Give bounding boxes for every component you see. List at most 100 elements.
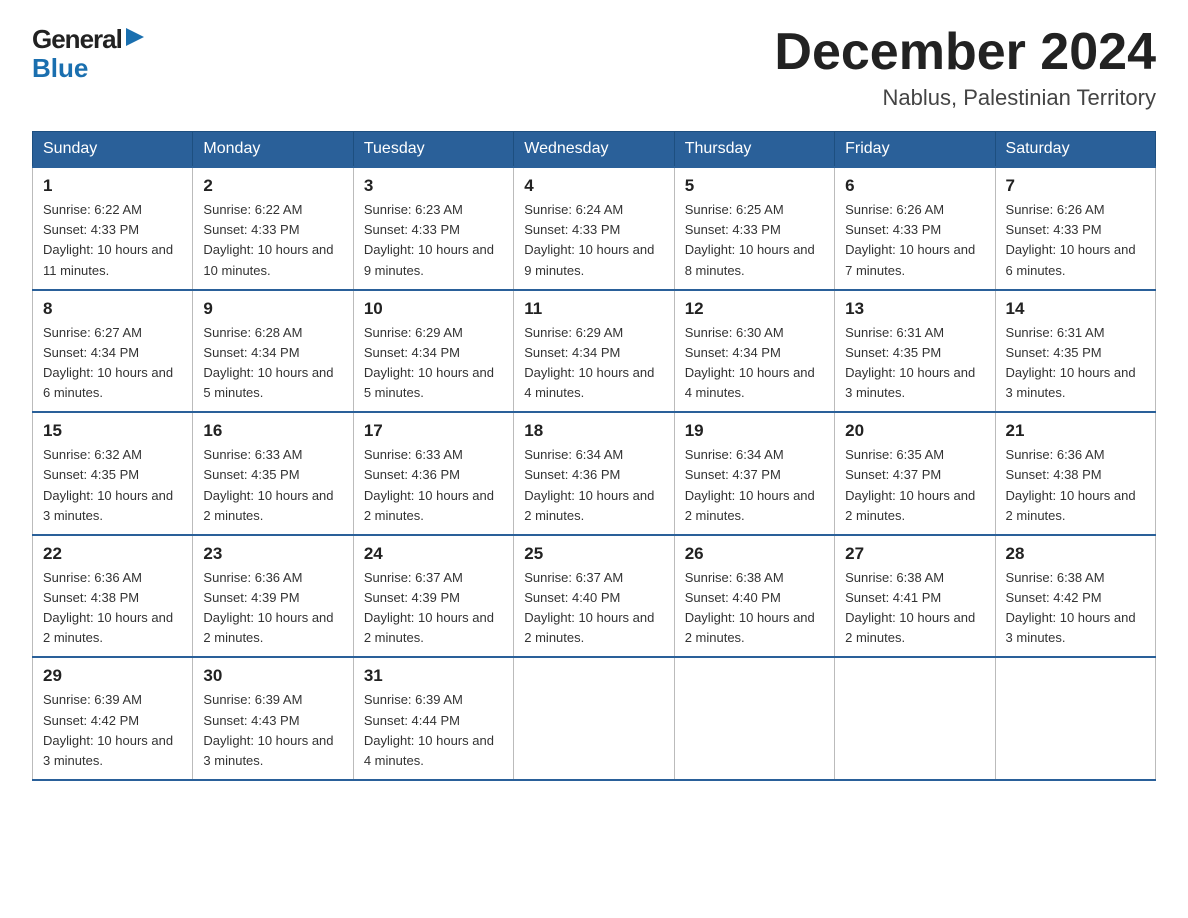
daylight-label: Daylight: 10 hours and 8 minutes. <box>685 242 815 277</box>
day-number: 18 <box>524 421 663 441</box>
table-row: 2 Sunrise: 6:22 AM Sunset: 4:33 PM Dayli… <box>193 167 353 290</box>
sunrise-label: Sunrise: 6:37 AM <box>524 570 623 585</box>
sunrise-label: Sunrise: 6:29 AM <box>524 325 623 340</box>
day-number: 26 <box>685 544 824 564</box>
month-title: December 2024 <box>774 24 1156 81</box>
sunset-label: Sunset: 4:38 PM <box>43 590 139 605</box>
calendar-week-row: 1 Sunrise: 6:22 AM Sunset: 4:33 PM Dayli… <box>33 167 1156 290</box>
table-row: 31 Sunrise: 6:39 AM Sunset: 4:44 PM Dayl… <box>353 657 513 780</box>
day-info: Sunrise: 6:24 AM Sunset: 4:33 PM Dayligh… <box>524 200 663 281</box>
table-row: 11 Sunrise: 6:29 AM Sunset: 4:34 PM Dayl… <box>514 290 674 413</box>
day-info: Sunrise: 6:23 AM Sunset: 4:33 PM Dayligh… <box>364 200 503 281</box>
table-row: 1 Sunrise: 6:22 AM Sunset: 4:33 PM Dayli… <box>33 167 193 290</box>
table-row: 29 Sunrise: 6:39 AM Sunset: 4:42 PM Dayl… <box>33 657 193 780</box>
day-info: Sunrise: 6:36 AM Sunset: 4:38 PM Dayligh… <box>43 568 182 649</box>
title-block: December 2024 Nablus, Palestinian Territ… <box>774 24 1156 111</box>
day-number: 15 <box>43 421 182 441</box>
page-header: General Blue December 2024 Nablus, Pales… <box>32 24 1156 111</box>
day-number: 31 <box>364 666 503 686</box>
day-number: 1 <box>43 176 182 196</box>
day-info: Sunrise: 6:33 AM Sunset: 4:36 PM Dayligh… <box>364 445 503 526</box>
sunset-label: Sunset: 4:39 PM <box>203 590 299 605</box>
table-row: 27 Sunrise: 6:38 AM Sunset: 4:41 PM Dayl… <box>835 535 995 658</box>
table-row: 9 Sunrise: 6:28 AM Sunset: 4:34 PM Dayli… <box>193 290 353 413</box>
daylight-label: Daylight: 10 hours and 3 minutes. <box>1006 610 1136 645</box>
table-row: 14 Sunrise: 6:31 AM Sunset: 4:35 PM Dayl… <box>995 290 1155 413</box>
day-number: 29 <box>43 666 182 686</box>
table-row: 8 Sunrise: 6:27 AM Sunset: 4:34 PM Dayli… <box>33 290 193 413</box>
daylight-label: Daylight: 10 hours and 4 minutes. <box>685 365 815 400</box>
sunset-label: Sunset: 4:40 PM <box>685 590 781 605</box>
sunrise-label: Sunrise: 6:30 AM <box>685 325 784 340</box>
daylight-label: Daylight: 10 hours and 9 minutes. <box>364 242 494 277</box>
day-number: 11 <box>524 299 663 319</box>
sunset-label: Sunset: 4:43 PM <box>203 713 299 728</box>
sunset-label: Sunset: 4:36 PM <box>364 467 460 482</box>
sunrise-label: Sunrise: 6:31 AM <box>1006 325 1105 340</box>
col-sunday: Sunday <box>33 132 193 168</box>
table-row: 13 Sunrise: 6:31 AM Sunset: 4:35 PM Dayl… <box>835 290 995 413</box>
day-info: Sunrise: 6:22 AM Sunset: 4:33 PM Dayligh… <box>203 200 342 281</box>
daylight-label: Daylight: 10 hours and 6 minutes. <box>43 365 173 400</box>
sunset-label: Sunset: 4:33 PM <box>845 222 941 237</box>
day-info: Sunrise: 6:34 AM Sunset: 4:36 PM Dayligh… <box>524 445 663 526</box>
daylight-label: Daylight: 10 hours and 3 minutes. <box>43 488 173 523</box>
sunset-label: Sunset: 4:42 PM <box>43 713 139 728</box>
sunset-label: Sunset: 4:34 PM <box>364 345 460 360</box>
table-row: 4 Sunrise: 6:24 AM Sunset: 4:33 PM Dayli… <box>514 167 674 290</box>
sunrise-label: Sunrise: 6:37 AM <box>364 570 463 585</box>
day-info: Sunrise: 6:29 AM Sunset: 4:34 PM Dayligh… <box>364 323 503 404</box>
sunrise-label: Sunrise: 6:38 AM <box>845 570 944 585</box>
daylight-label: Daylight: 10 hours and 3 minutes. <box>845 365 975 400</box>
sunrise-label: Sunrise: 6:33 AM <box>364 447 463 462</box>
sunset-label: Sunset: 4:42 PM <box>1006 590 1102 605</box>
table-row <box>995 657 1155 780</box>
daylight-label: Daylight: 10 hours and 3 minutes. <box>1006 365 1136 400</box>
sunset-label: Sunset: 4:40 PM <box>524 590 620 605</box>
day-number: 16 <box>203 421 342 441</box>
sunset-label: Sunset: 4:35 PM <box>1006 345 1102 360</box>
table-row: 10 Sunrise: 6:29 AM Sunset: 4:34 PM Dayl… <box>353 290 513 413</box>
day-info: Sunrise: 6:25 AM Sunset: 4:33 PM Dayligh… <box>685 200 824 281</box>
table-row: 28 Sunrise: 6:38 AM Sunset: 4:42 PM Dayl… <box>995 535 1155 658</box>
daylight-label: Daylight: 10 hours and 5 minutes. <box>203 365 333 400</box>
col-saturday: Saturday <box>995 132 1155 168</box>
day-info: Sunrise: 6:39 AM Sunset: 4:42 PM Dayligh… <box>43 690 182 771</box>
table-row: 24 Sunrise: 6:37 AM Sunset: 4:39 PM Dayl… <box>353 535 513 658</box>
daylight-label: Daylight: 10 hours and 3 minutes. <box>43 733 173 768</box>
table-row: 18 Sunrise: 6:34 AM Sunset: 4:36 PM Dayl… <box>514 412 674 535</box>
sunrise-label: Sunrise: 6:34 AM <box>524 447 623 462</box>
sunset-label: Sunset: 4:33 PM <box>364 222 460 237</box>
sunrise-label: Sunrise: 6:28 AM <box>203 325 302 340</box>
day-number: 5 <box>685 176 824 196</box>
sunrise-label: Sunrise: 6:26 AM <box>845 202 944 217</box>
sunrise-label: Sunrise: 6:22 AM <box>203 202 302 217</box>
table-row: 3 Sunrise: 6:23 AM Sunset: 4:33 PM Dayli… <box>353 167 513 290</box>
daylight-label: Daylight: 10 hours and 2 minutes. <box>845 488 975 523</box>
day-info: Sunrise: 6:34 AM Sunset: 4:37 PM Dayligh… <box>685 445 824 526</box>
daylight-label: Daylight: 10 hours and 2 minutes. <box>685 610 815 645</box>
col-tuesday: Tuesday <box>353 132 513 168</box>
day-number: 6 <box>845 176 984 196</box>
sunrise-label: Sunrise: 6:38 AM <box>1006 570 1105 585</box>
daylight-label: Daylight: 10 hours and 4 minutes. <box>364 733 494 768</box>
sunrise-label: Sunrise: 6:25 AM <box>685 202 784 217</box>
sunset-label: Sunset: 4:34 PM <box>524 345 620 360</box>
daylight-label: Daylight: 10 hours and 7 minutes. <box>845 242 975 277</box>
day-number: 19 <box>685 421 824 441</box>
col-friday: Friday <box>835 132 995 168</box>
sunset-label: Sunset: 4:34 PM <box>685 345 781 360</box>
sunrise-label: Sunrise: 6:33 AM <box>203 447 302 462</box>
calendar-week-row: 29 Sunrise: 6:39 AM Sunset: 4:42 PM Dayl… <box>33 657 1156 780</box>
logo-text-general: General <box>32 24 122 55</box>
day-number: 13 <box>845 299 984 319</box>
sunrise-label: Sunrise: 6:39 AM <box>364 692 463 707</box>
daylight-label: Daylight: 10 hours and 3 minutes. <box>203 733 333 768</box>
table-row <box>514 657 674 780</box>
daylight-label: Daylight: 10 hours and 2 minutes. <box>364 610 494 645</box>
table-row: 23 Sunrise: 6:36 AM Sunset: 4:39 PM Dayl… <box>193 535 353 658</box>
sunset-label: Sunset: 4:37 PM <box>845 467 941 482</box>
sunset-label: Sunset: 4:36 PM <box>524 467 620 482</box>
day-info: Sunrise: 6:22 AM Sunset: 4:33 PM Dayligh… <box>43 200 182 281</box>
day-number: 3 <box>364 176 503 196</box>
